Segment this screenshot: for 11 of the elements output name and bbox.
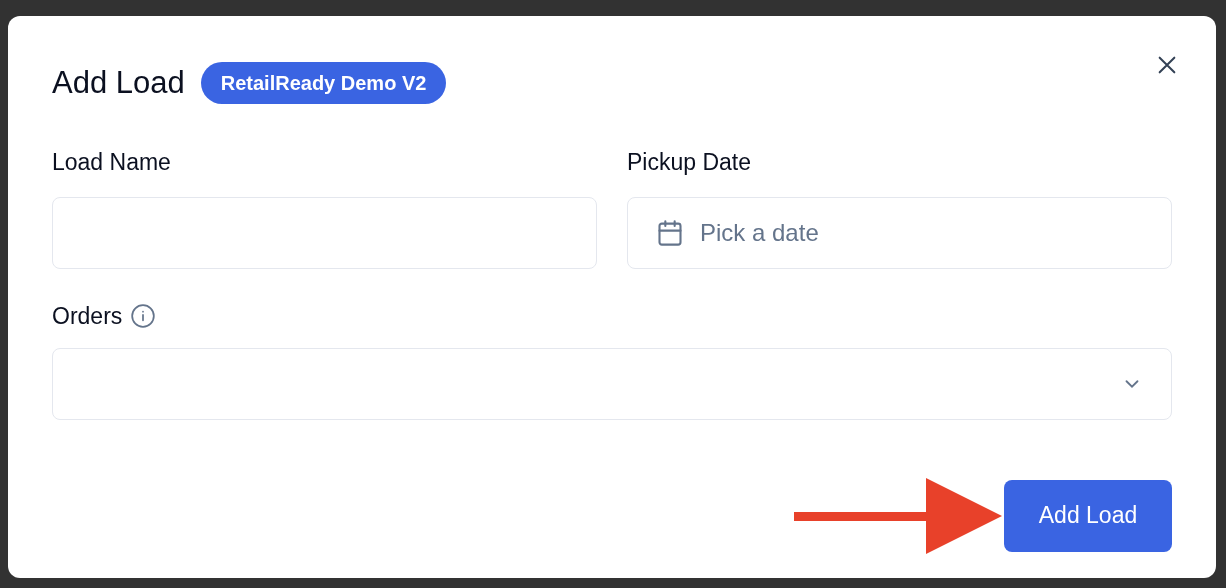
dialog-title: Add Load: [52, 64, 185, 102]
input-field[interactable]: [52, 197, 597, 269]
info-icon[interactable]: [130, 303, 157, 330]
close-icon: [1156, 54, 1178, 76]
badge: RetailReady Demo V2: [200, 62, 447, 105]
field-label: Load Name: [52, 147, 172, 177]
calendar-icon: [656, 219, 684, 247]
field-label: Pickup Date: [627, 147, 752, 177]
add-load-button[interactable]: Add Load: [1004, 479, 1172, 552]
date-picker[interactable]: Pick a date: [627, 197, 1172, 269]
field-label: Orders: [52, 302, 123, 331]
